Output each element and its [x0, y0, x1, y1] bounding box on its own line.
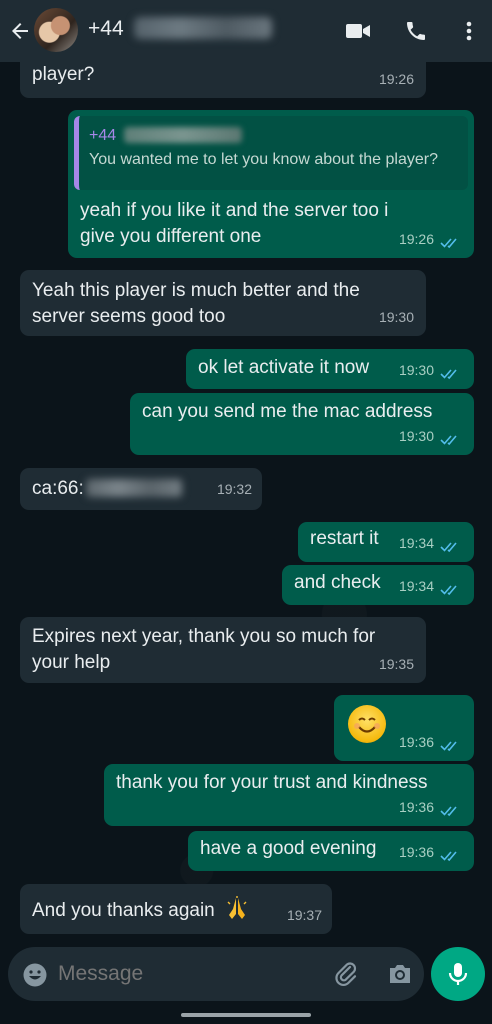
read-ticks-icon: [440, 806, 457, 817]
chat-header: +44: [0, 0, 492, 62]
message-outgoing[interactable]: can you send me the mac address 19:30: [130, 393, 474, 455]
message-time: 19:36: [398, 734, 434, 750]
read-ticks-icon: [440, 238, 457, 249]
redacted-number: [133, 17, 272, 39]
message-text: restart it: [310, 528, 379, 549]
message-composer: [8, 947, 424, 1001]
mic-button[interactable]: [431, 947, 485, 1001]
message-text: ok let activate it now: [198, 357, 370, 378]
message-time: 19:36: [398, 799, 434, 815]
message-input[interactable]: [58, 962, 318, 986]
folded-hands-emoji: [227, 896, 247, 919]
message-outgoing-emoji[interactable]: 😊 19:36: [334, 695, 474, 761]
message-text: have a good evening: [200, 838, 377, 859]
message-text: and check: [294, 572, 381, 593]
message-outgoing[interactable]: ok let activate it now 19:30: [186, 349, 474, 389]
contact-prefix: +44: [88, 17, 124, 40]
message-text: ca:66:: [32, 478, 84, 499]
emoji-icon[interactable]: [22, 962, 48, 988]
read-ticks-icon: [440, 435, 457, 446]
message-incoming[interactable]: Yeah this player is much better and the …: [20, 270, 426, 336]
message-outgoing[interactable]: thank you for your trust and kindness 19…: [104, 764, 474, 826]
message-time: 19:37: [286, 907, 322, 923]
message-time: 19:30: [398, 362, 434, 378]
read-ticks-icon: [440, 741, 457, 752]
read-ticks-icon: [440, 369, 457, 380]
message-outgoing-reply[interactable]: +44 You wanted me to let you know about …: [68, 110, 474, 258]
message-incoming[interactable]: ca:66: 19:32: [20, 468, 262, 510]
redacted-mac: [85, 479, 182, 497]
message-incoming[interactable]: And you thanks again 19:37: [20, 884, 332, 934]
message-time: 19:30: [378, 309, 414, 325]
message-time: 19:35: [378, 656, 414, 672]
message-incoming[interactable]: Expires next year, thank you so much for…: [20, 617, 426, 683]
read-ticks-icon: [440, 542, 457, 553]
message-outgoing[interactable]: and check 19:34: [282, 565, 474, 605]
mic-icon: [448, 963, 468, 985]
attach-icon[interactable]: [333, 960, 359, 988]
quote-text: You wanted me to let you know about the …: [89, 151, 438, 168]
quote-author: +44: [89, 127, 117, 144]
video-call-icon[interactable]: [345, 19, 371, 43]
phone-call-icon[interactable]: [403, 19, 429, 43]
message-time: 19:32: [216, 481, 252, 497]
message-time: 19:30: [398, 428, 434, 444]
read-ticks-icon: [440, 851, 457, 862]
message-time: 19:26: [378, 71, 414, 87]
smiling-face-emoji: [348, 705, 386, 743]
quoted-message[interactable]: +44 You wanted me to let you know about …: [74, 116, 468, 190]
message-incoming[interactable]: player? 19:26: [20, 56, 426, 98]
message-outgoing[interactable]: have a good evening 19:36: [188, 831, 474, 871]
message-text: yeah if you like it and the server too i…: [80, 200, 389, 247]
message-time: 19:36: [398, 844, 434, 860]
camera-icon[interactable]: [387, 961, 413, 987]
message-text: thank you for your trust and kindness: [116, 772, 428, 793]
message-time: 19:26: [398, 231, 434, 247]
avatar[interactable]: [34, 8, 78, 52]
message-text: Yeah this player is much better and the …: [32, 280, 360, 327]
message-text: player?: [32, 64, 95, 85]
message-time: 19:34: [398, 578, 434, 594]
home-indicator: [181, 1013, 311, 1017]
message-outgoing[interactable]: restart it 19:34: [298, 522, 474, 562]
message-text: And you thanks again: [32, 900, 215, 921]
message-time: 19:34: [398, 535, 434, 551]
more-options-icon[interactable]: [456, 19, 482, 43]
contact-name[interactable]: +44: [88, 17, 272, 41]
message-text: Expires next year, thank you so much for…: [32, 626, 376, 673]
redacted-number: [124, 127, 243, 143]
read-ticks-icon: [440, 585, 457, 596]
message-text: can you send me the mac address: [142, 401, 433, 422]
back-arrow-icon[interactable]: [8, 19, 32, 43]
